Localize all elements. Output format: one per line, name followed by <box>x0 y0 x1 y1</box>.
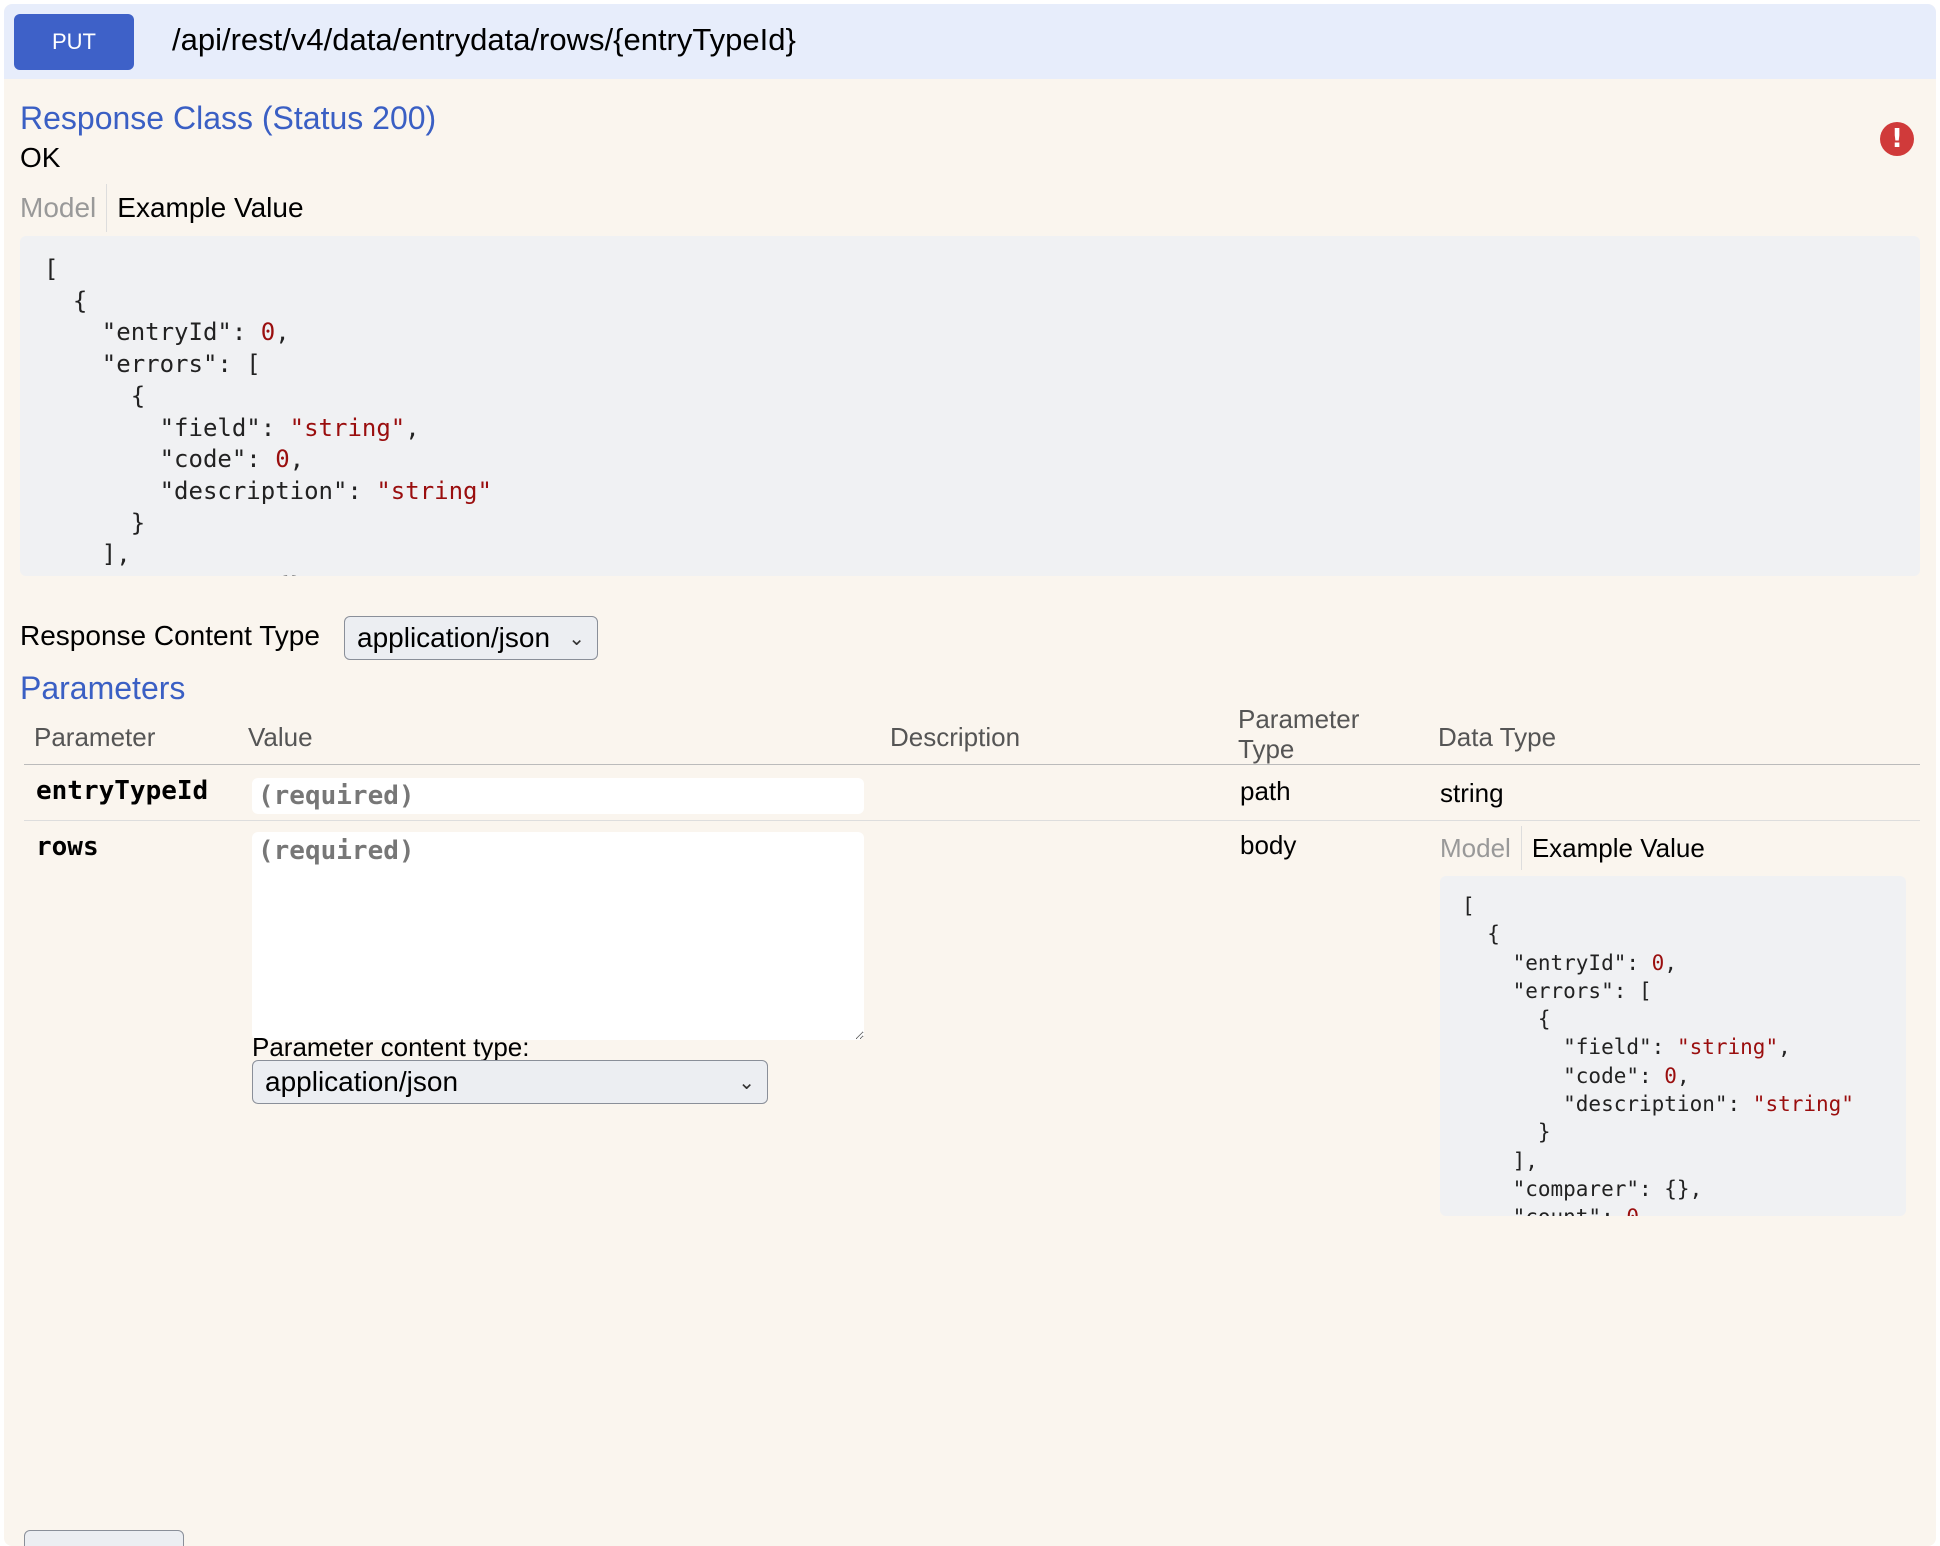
param-name-rows: rows <box>36 832 99 862</box>
try-it-out-button[interactable]: Try it out! <box>24 1530 184 1546</box>
param-content-type-value: application/json <box>265 1066 459 1097</box>
chevron-down-icon: ⌄ <box>738 1070 755 1094</box>
operation-panel: PUT /api/rest/v4/data/entrydata/rows/{en… <box>4 4 1936 1546</box>
param-content-type-select[interactable]: application/json ⌄ <box>252 1060 768 1104</box>
chevron-down-icon: ⌄ <box>568 626 585 650</box>
response-model-tabs: Model Example Value <box>20 184 314 232</box>
table-header-divider <box>24 764 1920 765</box>
response-class-title: Response Class (Status 200) <box>20 100 437 136</box>
header-value: Value <box>248 722 313 752</box>
row-divider <box>24 820 1920 821</box>
param-tab-example-value[interactable]: Example Value <box>1522 833 1715 864</box>
data-type-string: string <box>1440 778 1504 808</box>
tab-model[interactable]: Model <box>20 192 106 224</box>
tab-example-value[interactable]: Example Value <box>107 192 313 224</box>
entrytypeid-input[interactable] <box>252 778 864 814</box>
header-parameter-type-line2: Type <box>1238 734 1295 764</box>
operation-header[interactable]: PUT /api/rest/v4/data/entrydata/rows/{en… <box>4 4 1936 79</box>
header-parameter-type: Parameter Type <box>1238 704 1359 764</box>
response-message: OK <box>20 142 61 173</box>
method-badge-put[interactable]: PUT <box>14 14 134 70</box>
response-example-code: [ { "entryId": 0, "errors": [ { "field":… <box>20 236 1920 576</box>
param-content-type-label: Parameter content type: <box>252 1032 530 1062</box>
param-type-body: body <box>1240 830 1297 860</box>
response-content-type-value: application/json <box>357 622 551 653</box>
response-content-type-select[interactable]: application/json ⌄ <box>344 616 598 660</box>
header-description: Description <box>890 722 1021 752</box>
error-circle-icon[interactable]: ! <box>1880 122 1914 156</box>
param-type-path: path <box>1240 776 1291 806</box>
param-tab-model[interactable]: Model <box>1440 833 1521 864</box>
param-name-entrytypeid: entryTypeId <box>36 776 209 806</box>
rows-body-textarea[interactable] <box>252 832 864 1040</box>
param-model-tabs: Model Example Value <box>1440 826 1715 870</box>
param-example-code: [ { "entryId": 0, "errors": [ { "field":… <box>1440 876 1906 1216</box>
response-content-type-label: Response Content Type <box>20 620 320 651</box>
header-parameter: Parameter <box>34 722 156 752</box>
endpoint-path[interactable]: /api/rest/v4/data/entrydata/rows/{entryT… <box>172 22 796 58</box>
header-parameter-type-line1: Parameter <box>1238 704 1360 734</box>
header-data-type: Data Type <box>1438 722 1557 752</box>
parameters-title: Parameters <box>20 670 186 706</box>
